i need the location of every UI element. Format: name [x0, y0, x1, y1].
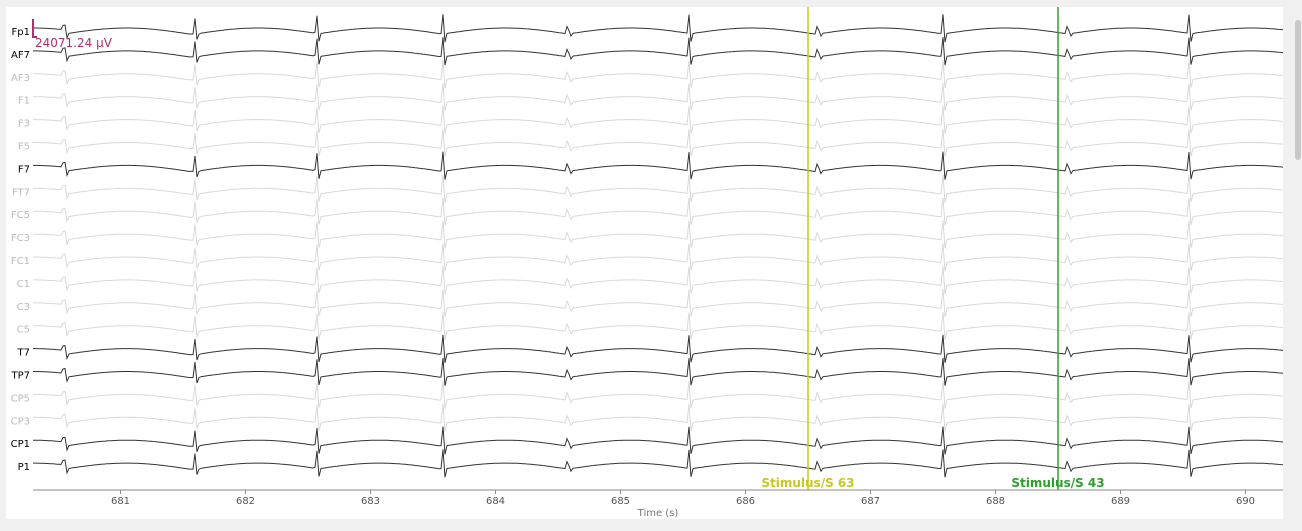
channel-trace-c5 — [33, 311, 1283, 341]
channel-label-cp3[interactable]: CP3 — [11, 416, 30, 427]
channel-label-f1[interactable]: F1 — [18, 96, 30, 107]
channel-label-fp1[interactable]: Fp1 — [12, 27, 30, 38]
channel-label-ft7[interactable]: FT7 — [12, 187, 30, 198]
eeg-plot-area[interactable]: Fp1 AF7 AF3 F1 F3 F5 F7 FT7 FC5 FC3 FC1 C1 C3 C5 T7 TP7… — [6, 7, 1283, 519]
x-tick-label: 682 — [236, 496, 255, 507]
channel-trace-fc5 — [33, 197, 1283, 226]
channel-label-f7[interactable]: F7 — [18, 164, 30, 175]
channel-trace-cp1 — [33, 426, 1283, 455]
channel-trace-f1 — [33, 82, 1283, 112]
channel-trace-af3 — [33, 60, 1283, 89]
x-tick-label: 689 — [1111, 496, 1130, 507]
x-tick-label: 686 — [736, 496, 755, 507]
channel-trace-f3 — [33, 105, 1283, 134]
x-tick-label: 683 — [361, 496, 380, 507]
x-tick-label: 681 — [111, 496, 130, 507]
scale-indicator: 24071.24 μV — [32, 19, 113, 50]
channel-label-c3[interactable]: C3 — [17, 302, 30, 313]
channel-trace-c3 — [33, 289, 1283, 318]
x-axis-title: Time (s) — [637, 508, 679, 519]
channel-label-fc1[interactable]: FC1 — [11, 256, 30, 267]
channel-label-fc5[interactable]: FC5 — [11, 210, 30, 221]
channel-label-t7[interactable]: T7 — [17, 348, 30, 359]
channel-trace-fp1 — [33, 14, 1283, 43]
channel-trace-ft7 — [33, 174, 1283, 203]
channel-traces — [33, 14, 1283, 478]
x-tick-label: 685 — [611, 496, 630, 507]
x-tick-label: 684 — [486, 496, 505, 507]
event-marker-label: Stimulus/S 63 — [761, 476, 854, 490]
channel-trace-cp3 — [33, 403, 1283, 432]
channel-label-af7[interactable]: AF7 — [11, 50, 30, 61]
channel-labels: Fp1 AF7 AF3 F1 F3 F5 F7 FT7 FC5 FC3 FC1 C1 C3 C5 T7 TP7… — [10, 27, 30, 473]
channel-trace-f5 — [33, 128, 1283, 157]
channel-label-c5[interactable]: C5 — [17, 325, 30, 336]
event-marker-label: Stimulus/S 43 — [1011, 476, 1104, 490]
channel-label-fc3[interactable]: FC3 — [11, 233, 30, 244]
channel-label-f3[interactable]: F3 — [18, 119, 30, 130]
channel-label-tp7[interactable]: TP7 — [10, 371, 30, 382]
channel-trace-c1 — [33, 266, 1283, 295]
channel-trace-p1 — [33, 449, 1283, 478]
channel-trace-fc1 — [33, 243, 1283, 272]
x-tick-label: 690 — [1236, 496, 1255, 507]
channel-label-cp1[interactable]: CP1 — [11, 439, 30, 450]
channel-trace-af7 — [33, 37, 1283, 66]
channel-trace-fc3 — [33, 220, 1283, 249]
channel-trace-tp7 — [33, 357, 1283, 386]
x-tick-label: 688 — [986, 496, 1005, 507]
channel-label-c1[interactable]: C1 — [17, 279, 30, 290]
channel-label-af3[interactable]: AF3 — [11, 73, 30, 84]
time-axis: 681 682 683 684 685 686 687 688 689 690 — [33, 489, 1283, 507]
x-tick-label: 687 — [861, 496, 880, 507]
channel-label-f5[interactable]: F5 — [18, 142, 30, 153]
eeg-chart[interactable]: Fp1 AF7 AF3 F1 F3 F5 F7 FT7 FC5 FC3 FC1 C1 C3 C5 T7 TP7… — [6, 7, 1283, 519]
channel-label-p1[interactable]: P1 — [18, 462, 30, 473]
channel-trace-cp5 — [33, 380, 1283, 409]
scrollbar-thumb[interactable] — [1295, 20, 1301, 160]
scale-readout: 24071.24 μV — [35, 36, 113, 50]
channel-label-cp5[interactable]: CP5 — [11, 393, 30, 404]
channel-trace-t7 — [33, 334, 1283, 363]
channel-trace-f7 — [33, 151, 1283, 180]
